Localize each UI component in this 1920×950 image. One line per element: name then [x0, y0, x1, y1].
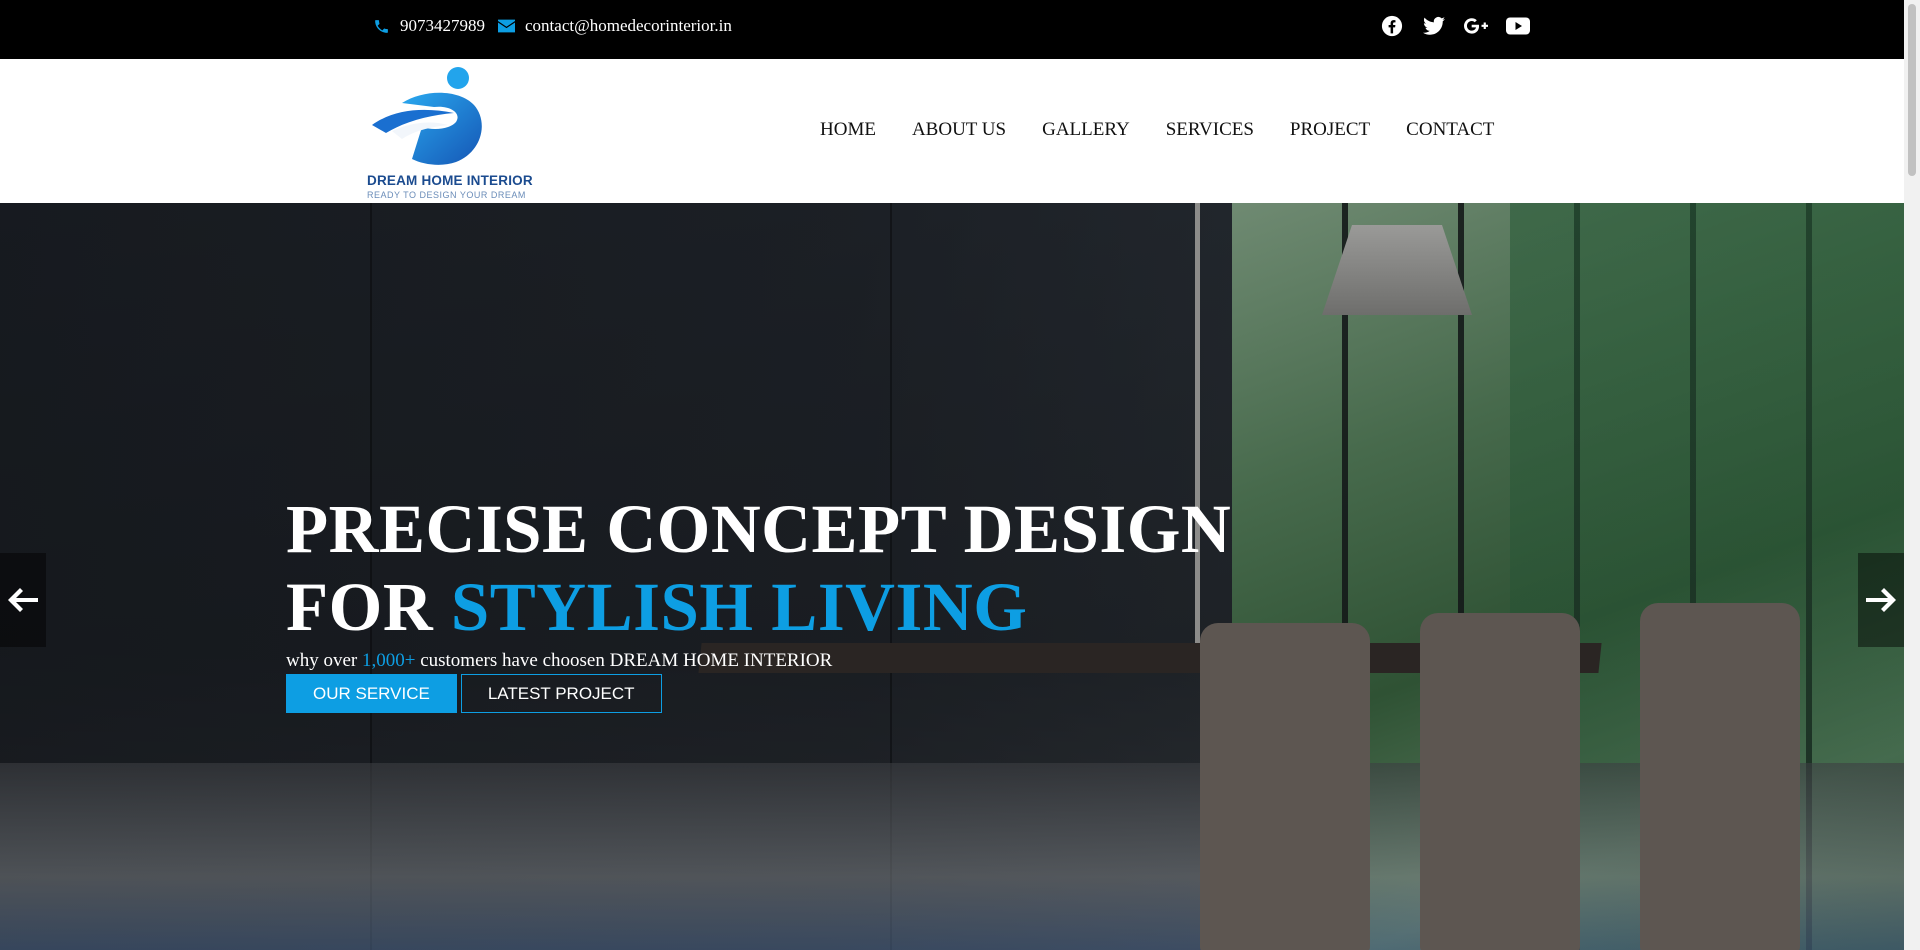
- site-logo[interactable]: DREAM HOME INTERIOR READY TO DESIGN YOUR…: [364, 67, 534, 200]
- hero-subtitle-after: customers have choosen DREAM HOME INTERI…: [420, 650, 833, 671]
- nav-item-home[interactable]: HOME: [820, 119, 876, 141]
- site-header: DREAM HOME INTERIOR READY TO DESIGN YOUR…: [0, 59, 1904, 203]
- dining-chair: [1420, 613, 1580, 950]
- hero-subtitle-before: why over: [286, 650, 358, 671]
- hero-buttons: OUR SERVICE LATEST PROJECT: [286, 674, 1231, 713]
- logo-mark-icon: [372, 67, 482, 165]
- hero-subtitle: why over 1,000+ customers have choosen D…: [286, 650, 1231, 672]
- hero-heading-plain: FOR: [286, 569, 434, 645]
- social-links: [1380, 14, 1548, 38]
- hero-heading-line1: PRECISE CONCEPT DESIGN: [286, 491, 1232, 567]
- nav-item-gallery[interactable]: GALLERY: [1042, 119, 1130, 141]
- slider-next-button[interactable]: [1858, 553, 1904, 647]
- top-bar: 9073427989 contact@homedecorinterior.in: [0, 0, 1904, 59]
- hero-heading-accent: STYLISH LIVING: [450, 569, 1028, 645]
- phone-icon: [372, 17, 390, 35]
- nav-item-project[interactable]: PROJECT: [1290, 119, 1370, 141]
- hero-customer-count: 1,000+: [361, 650, 416, 671]
- hero-heading-line2: FOR STYLISH LIVING: [286, 568, 1231, 646]
- page-scrollbar[interactable]: [1904, 0, 1920, 950]
- logo-brand-text: DREAM HOME INTERIOR: [367, 173, 533, 188]
- latest-project-button[interactable]: LATEST PROJECT: [460, 674, 662, 713]
- hero-slider: PRECISE CONCEPT DESIGN FOR STYLISH LIVIN…: [0, 203, 1904, 950]
- google-plus-icon[interactable]: [1464, 14, 1488, 38]
- contact-info: 9073427989 contact@homedecorinterior.in: [372, 16, 744, 36]
- envelope-icon: [497, 17, 515, 35]
- email-address[interactable]: contact@homedecorinterior.in: [525, 16, 732, 36]
- scrollbar-thumb[interactable]: [1908, 4, 1916, 176]
- nav-item-services[interactable]: SERVICES: [1166, 119, 1254, 141]
- twitter-icon[interactable]: [1422, 14, 1446, 38]
- logo-tagline: READY TO DESIGN YOUR DREAM: [367, 190, 526, 200]
- nav-item-about-us[interactable]: ABOUT US: [912, 119, 1006, 141]
- youtube-icon[interactable]: [1506, 14, 1530, 38]
- facebook-icon[interactable]: [1380, 14, 1404, 38]
- arrow-right-icon: [1866, 588, 1896, 612]
- main-nav: HOME ABOUT US GALLERY SERVICES PROJECT C…: [820, 119, 1530, 141]
- arrow-left-icon: [8, 588, 38, 612]
- hero-content: PRECISE CONCEPT DESIGN FOR STYLISH LIVIN…: [286, 490, 1231, 713]
- hero-floor: [0, 763, 1904, 950]
- dining-chair: [1640, 603, 1800, 950]
- nav-item-contact[interactable]: CONTACT: [1406, 119, 1494, 141]
- phone-number[interactable]: 9073427989: [400, 16, 485, 36]
- our-service-button[interactable]: OUR SERVICE: [286, 674, 457, 713]
- slider-prev-button[interactable]: [0, 553, 46, 647]
